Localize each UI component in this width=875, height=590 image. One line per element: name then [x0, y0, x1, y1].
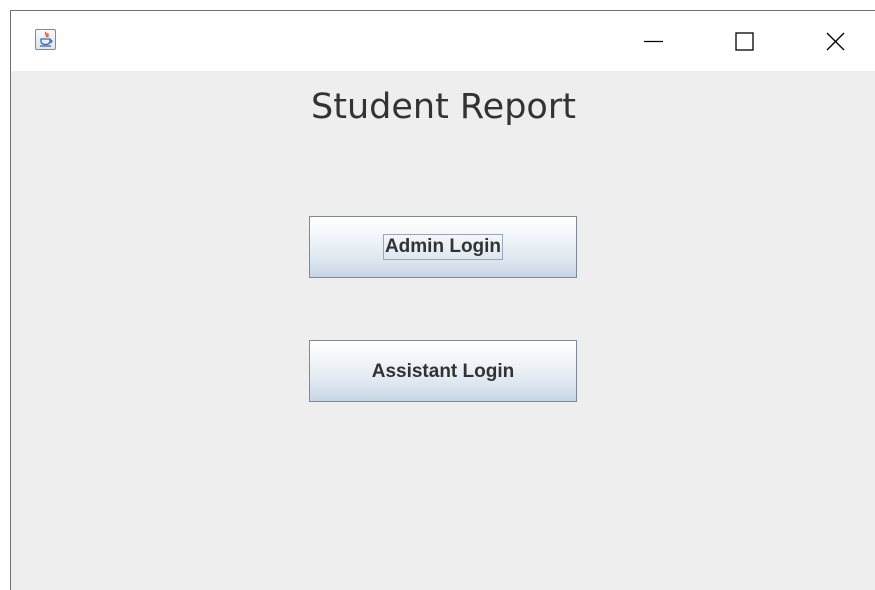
maximize-icon [735, 32, 754, 51]
close-button[interactable] [807, 11, 863, 71]
assistant-login-label: Assistant Login [371, 360, 515, 382]
close-icon [826, 32, 845, 51]
page-title: Student Report [311, 87, 576, 127]
app-window: Student Report Admin Login Assistant Log… [10, 10, 875, 590]
title-bar[interactable] [11, 11, 875, 71]
admin-login-button[interactable]: Admin Login [309, 216, 577, 278]
minimize-icon [644, 40, 663, 43]
assistant-login-button[interactable]: Assistant Login [309, 340, 577, 402]
minimize-button[interactable] [625, 11, 681, 71]
admin-login-label: Admin Login [382, 234, 504, 260]
maximize-button[interactable] [716, 11, 772, 71]
java-cup-icon [35, 29, 56, 50]
